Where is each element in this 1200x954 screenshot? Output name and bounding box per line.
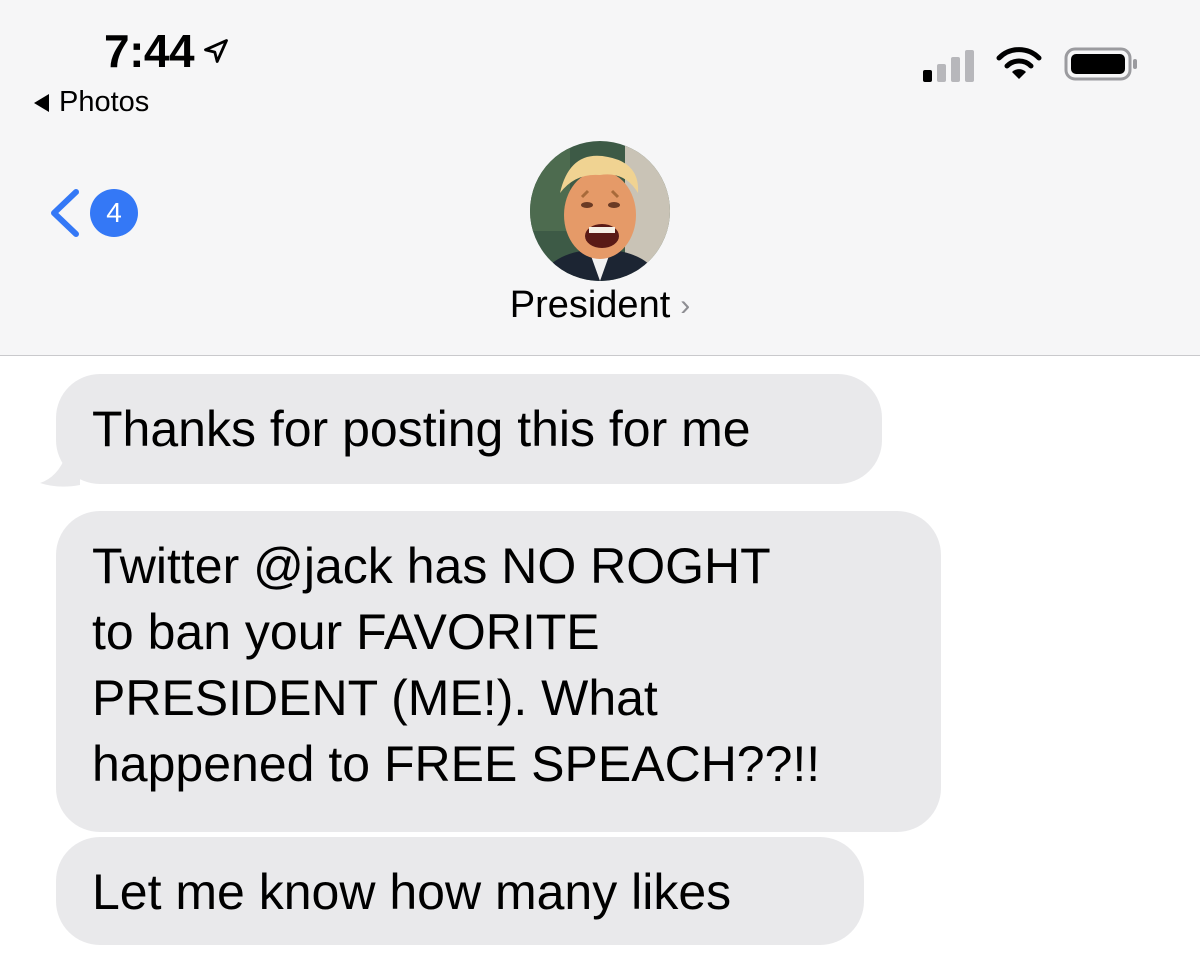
message-line: to ban your FAVORITE — [92, 604, 600, 660]
message-line: Twitter @jack has NO ROGHT — [92, 538, 771, 594]
battery-icon — [1064, 46, 1140, 82]
message-text: Thanks for posting this for me — [92, 401, 751, 457]
message-text: Let me know how many likes — [92, 864, 732, 920]
time-label: 7:44 — [104, 25, 195, 77]
wifi-icon — [996, 46, 1042, 82]
contact-name: President — [509, 284, 671, 326]
status-indicators — [923, 46, 1140, 82]
contact-avatar[interactable] — [530, 141, 670, 281]
navigation-header: 7:44 Photos 4 President › — [0, 0, 1200, 356]
message-bubble-3[interactable]: Let me know how many likes — [56, 837, 864, 945]
message-line: happened to FREE SPEACH??!! — [92, 736, 821, 792]
cellular-signal-icon — [923, 46, 974, 82]
back-button[interactable]: 4 — [46, 186, 138, 240]
back-triangle-icon — [34, 93, 49, 112]
message-bubble-1[interactable]: Thanks for posting this for me — [56, 374, 882, 484]
status-time: 7:44 — [104, 24, 230, 78]
chevron-left-icon — [51, 189, 79, 237]
location-arrow-icon — [204, 39, 228, 63]
back-to-photos-link[interactable]: Photos — [34, 86, 149, 119]
chevron-right-icon: › — [680, 288, 691, 322]
message-line: PRESIDENT (ME!). What — [92, 670, 658, 726]
unread-count-badge: 4 — [90, 189, 138, 237]
message-bubble-2[interactable]: Twitter @jack has NO ROGHT to ban your F… — [56, 511, 941, 832]
back-app-label: Photos — [59, 86, 150, 118]
contact-name-button[interactable]: President › — [0, 284, 1200, 327]
